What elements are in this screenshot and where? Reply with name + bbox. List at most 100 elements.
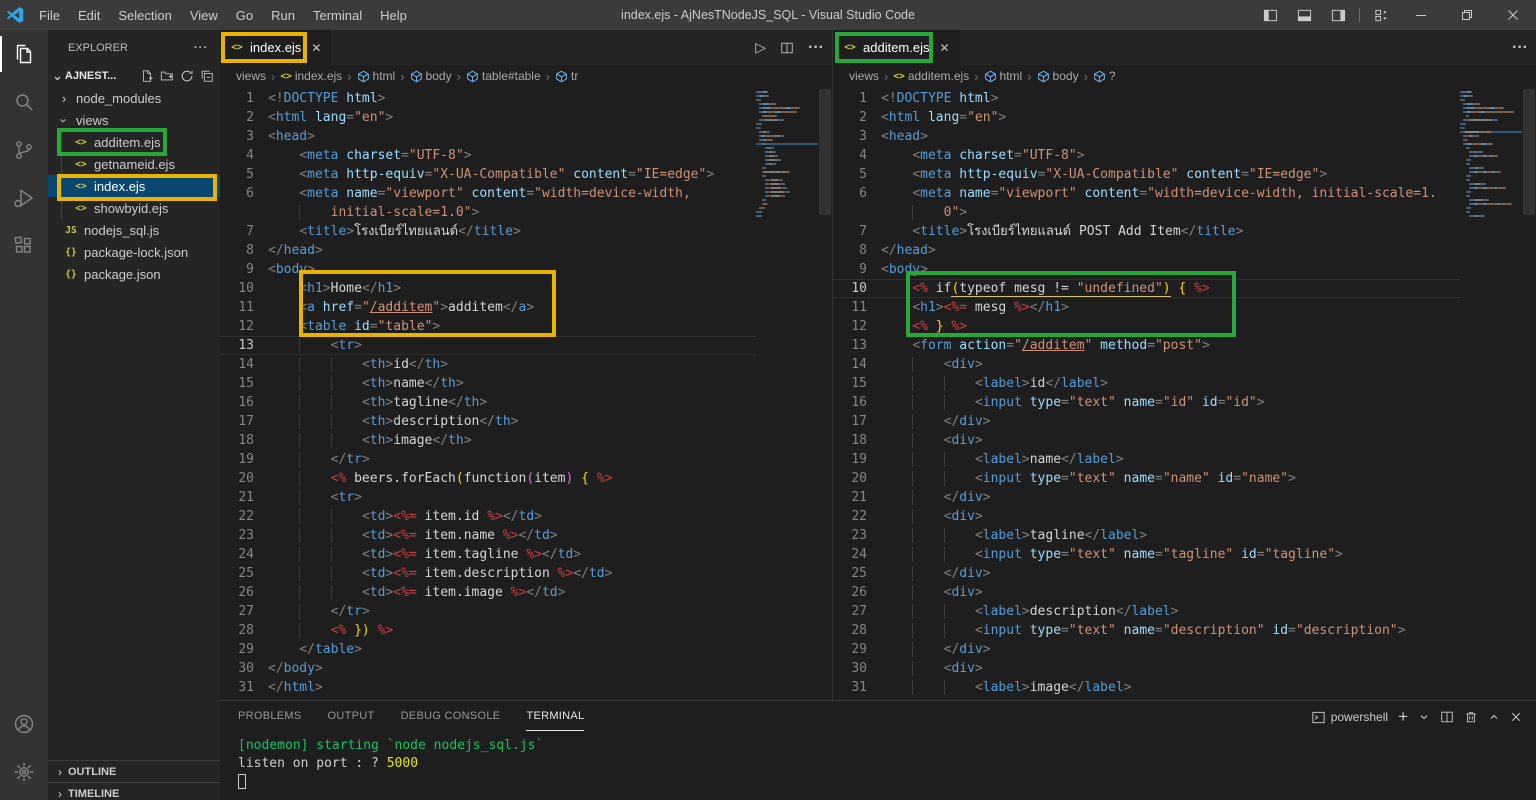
minimap-line xyxy=(1460,95,1522,97)
code-line: 16 <input type="text" name="id" id="id"> xyxy=(833,393,1536,412)
panel-tab-problems[interactable]: PROBLEMS xyxy=(238,710,302,731)
line-number: 3 xyxy=(220,127,254,146)
minimap-line xyxy=(1460,191,1522,193)
minimize-button[interactable] xyxy=(1398,0,1444,30)
tree-item-nodejs_sql-js[interactable]: JSnodejs_sql.js xyxy=(48,219,220,241)
more-actions-icon[interactable]: ··· xyxy=(1512,39,1528,57)
tree-indent-guide xyxy=(61,131,62,219)
close-panel-icon[interactable] xyxy=(1510,711,1522,723)
split-terminal-icon[interactable] xyxy=(1440,710,1454,724)
minimap-line xyxy=(1460,195,1522,197)
minimap-line xyxy=(1460,111,1522,113)
outline-section[interactable]: › OUTLINE xyxy=(48,760,220,782)
maximize-panel-icon[interactable] xyxy=(1488,711,1500,723)
settings-gear-icon[interactable] xyxy=(0,748,48,796)
close-window-button[interactable] xyxy=(1490,0,1536,30)
terminal-dropdown-icon[interactable] xyxy=(1418,711,1430,723)
close-tab-icon[interactable]: ✕ xyxy=(311,41,321,55)
tree-item-package-lock-json[interactable]: {}package-lock.json xyxy=(48,241,220,263)
breadcrumb-body[interactable]: body xyxy=(410,69,452,83)
code-line: 5 <meta http-equiv="X-UA-Compatible" con… xyxy=(220,165,832,184)
search-icon[interactable] xyxy=(0,78,48,126)
minimap-line xyxy=(756,127,818,129)
close-tab-icon[interactable]: ✕ xyxy=(939,41,949,55)
run-debug-icon[interactable] xyxy=(0,174,48,222)
toggle-panel-icon[interactable] xyxy=(1287,0,1321,30)
breadcrumb-html[interactable]: html xyxy=(984,69,1023,83)
tree-item-package-json[interactable]: {}package.json xyxy=(48,263,220,285)
code-line: 6 <meta name="viewport" content="width=d… xyxy=(833,184,1536,203)
line-number: 15 xyxy=(220,374,254,393)
breadcrumb-index-ejs[interactable]: <>index.ejs xyxy=(280,69,342,83)
panel-tab-output[interactable]: OUTPUT xyxy=(328,710,375,731)
breadcrumb-additem-ejs[interactable]: <>additem.ejs xyxy=(893,69,969,83)
tab-index-ejs[interactable]: <> index.ejs ✕ xyxy=(220,30,331,65)
tab-additem-ejs[interactable]: <> additem.ejs ✕ xyxy=(833,30,960,65)
menu-selection[interactable]: Selection xyxy=(109,0,180,30)
split-editor-icon[interactable] xyxy=(780,41,794,55)
code-line: initial-scale=1.0"> xyxy=(220,203,832,222)
breadcrumb-views[interactable]: views xyxy=(849,69,879,83)
terminal-shell-selector[interactable]: powershell xyxy=(1311,710,1388,725)
menu-view[interactable]: View xyxy=(181,0,227,30)
line-number: 14 xyxy=(220,355,254,374)
scrollbar[interactable] xyxy=(818,89,832,700)
new-terminal-icon[interactable]: + xyxy=(1398,707,1408,727)
toggle-sidebar-icon[interactable] xyxy=(1253,0,1287,30)
minimap-line xyxy=(1460,147,1522,149)
menu-terminal[interactable]: Terminal xyxy=(304,0,371,30)
breadcrumb-body[interactable]: body xyxy=(1037,69,1079,83)
explorer-icon[interactable] xyxy=(0,30,48,78)
restore-button[interactable] xyxy=(1444,0,1490,30)
run-file-icon[interactable]: ▷ xyxy=(755,39,766,56)
breadcrumb--[interactable]: ? xyxy=(1093,69,1116,83)
workspace-header[interactable]: ⌄ AJNEST... xyxy=(48,65,220,87)
breadcrumb-views[interactable]: views xyxy=(236,69,266,83)
minimap[interactable] xyxy=(756,89,818,700)
new-folder-icon[interactable] xyxy=(160,69,174,83)
minimap[interactable] xyxy=(1460,89,1522,700)
line-number: 10 xyxy=(220,279,254,298)
breadcrumb-tr[interactable]: tr xyxy=(555,69,578,83)
breadcrumb-separator: › xyxy=(1027,69,1031,84)
breadcrumbs-left: views›<>index.ejs›html›body›table#table›… xyxy=(220,65,832,87)
extensions-icon[interactable] xyxy=(0,222,48,270)
panel-tab-debug-console[interactable]: DEBUG CONSOLE xyxy=(401,710,501,731)
menu-file[interactable]: File xyxy=(30,0,69,30)
menu-go[interactable]: Go xyxy=(227,0,262,30)
tree-item-getnameid-ejs[interactable]: <>getnameid.ejs xyxy=(48,153,220,175)
code-editor-additem-ejs[interactable]: 1<!DOCTYPE html>2<html lang="en">3<head>… xyxy=(833,87,1536,700)
code-editor-index-ejs[interactable]: 1<!DOCTYPE html>2<html lang="en">3<head>… xyxy=(220,87,832,700)
tree-item-node_modules[interactable]: ›node_modules xyxy=(48,87,220,109)
customize-layout-icon[interactable] xyxy=(1364,0,1398,30)
panel-tab-terminal[interactable]: TERMINAL xyxy=(526,710,584,731)
explorer-more-actions-icon[interactable]: ··· xyxy=(194,42,208,54)
tree-item-index-ejs[interactable]: <>index.ejs xyxy=(48,175,220,197)
minimap-line xyxy=(756,103,818,105)
line-number: 1 xyxy=(833,89,867,108)
menu-run[interactable]: Run xyxy=(262,0,304,30)
menu-help[interactable]: Help xyxy=(371,0,416,30)
refresh-icon[interactable] xyxy=(180,69,194,83)
breadcrumb-table-table[interactable]: table#table xyxy=(466,69,541,83)
toggle-secondary-sidebar-icon[interactable] xyxy=(1321,0,1355,30)
line-number: 28 xyxy=(833,621,867,640)
timeline-section[interactable]: › TIMELINE xyxy=(48,782,220,800)
tree-item-showbyid-ejs[interactable]: <>showbyid.ejs xyxy=(48,197,220,219)
new-file-icon[interactable] xyxy=(140,69,154,83)
line-number: 10 xyxy=(833,279,867,298)
terminal-output[interactable]: [nodemon] starting `node nodejs_sql.js`l… xyxy=(220,731,1536,791)
breadcrumb-html[interactable]: html xyxy=(357,69,396,83)
menu-edit[interactable]: Edit xyxy=(69,0,109,30)
collapse-all-icon[interactable] xyxy=(200,69,214,83)
line-number: 24 xyxy=(220,545,254,564)
account-icon[interactable] xyxy=(0,700,48,748)
source-control-icon[interactable] xyxy=(0,126,48,174)
more-actions-icon[interactable]: ··· xyxy=(808,39,824,57)
tree-item-views[interactable]: ›views xyxy=(48,109,220,131)
tree-item-additem-ejs[interactable]: <>additem.ejs xyxy=(48,131,220,153)
kill-terminal-icon[interactable] xyxy=(1464,710,1478,724)
shell-label: powershell xyxy=(1331,710,1388,724)
scrollbar[interactable] xyxy=(1522,89,1536,700)
breadcrumb-label: html xyxy=(1000,69,1023,83)
